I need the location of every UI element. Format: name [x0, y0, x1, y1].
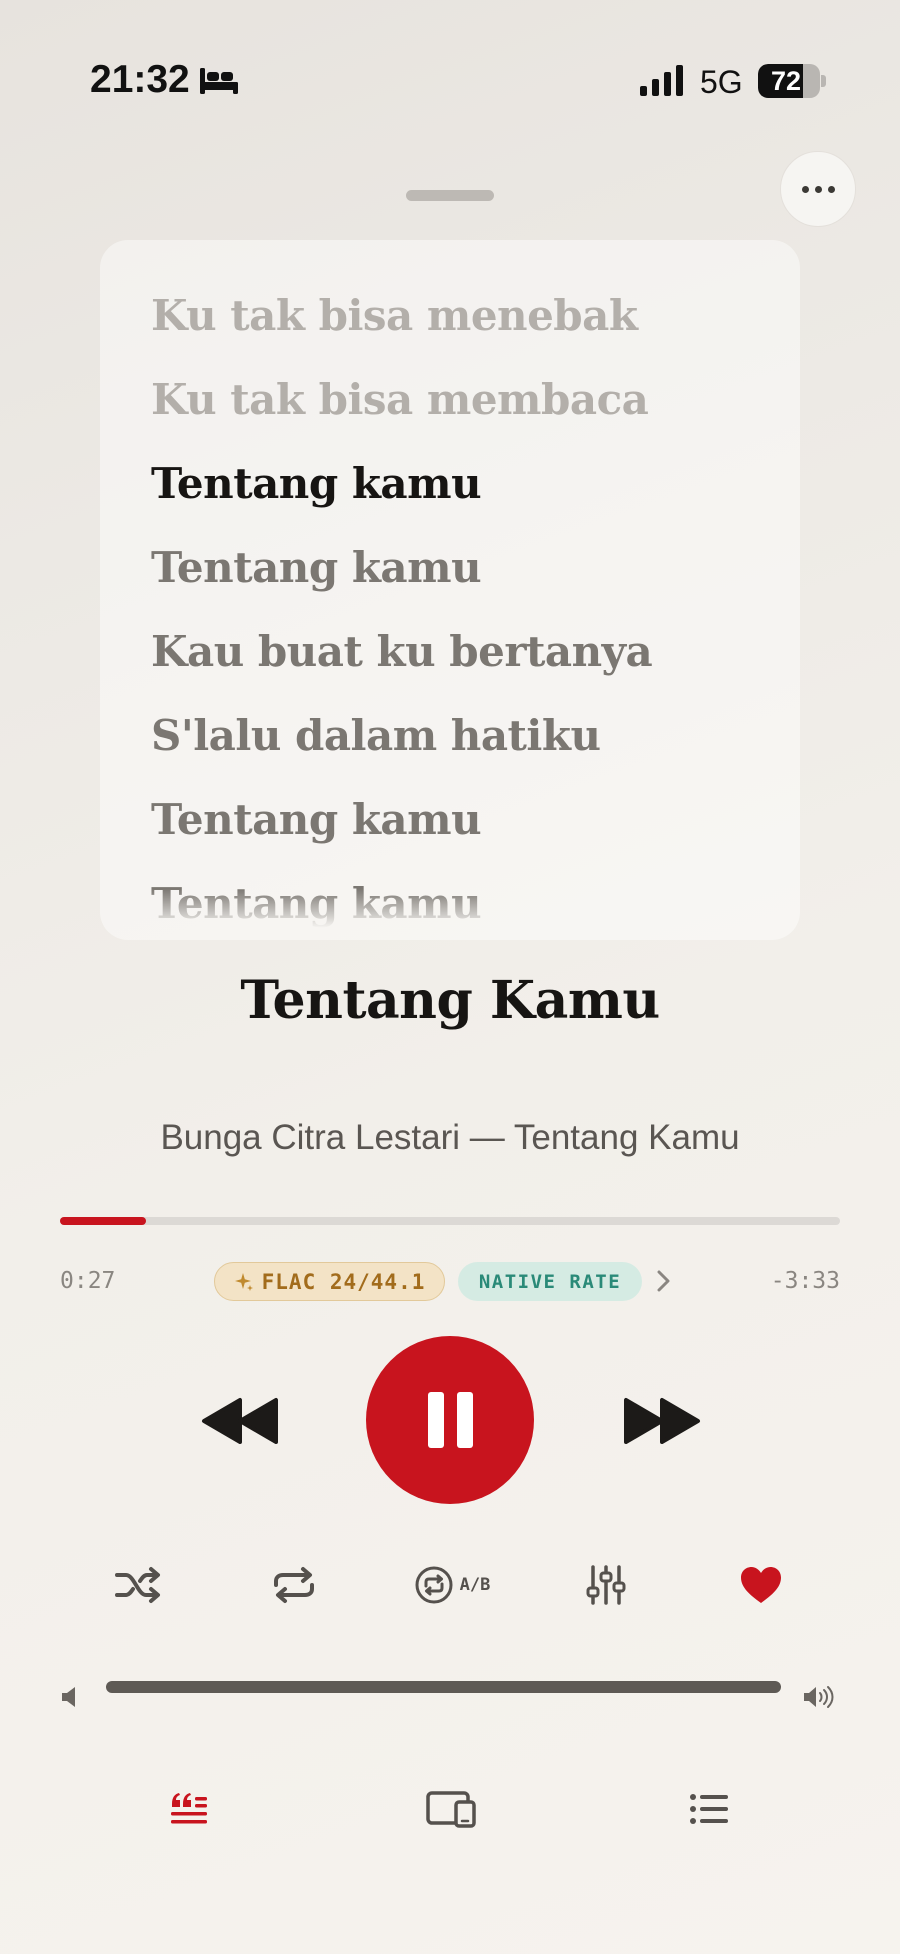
equalizer-button[interactable] [584, 1560, 628, 1610]
devices-icon [426, 1791, 476, 1828]
native-rate-badge[interactable]: NATIVE RATE [458, 1262, 642, 1301]
network-type: 5G [700, 64, 743, 100]
shuffle-button[interactable] [112, 1560, 164, 1610]
battery-icon: 72 [758, 64, 826, 98]
lyric-line[interactable]: Tentang kamu [151, 795, 482, 844]
equalizer-icon [586, 1565, 626, 1605]
lyric-line[interactable]: Tentang kamu [151, 543, 482, 592]
list-icon [690, 1794, 728, 1824]
audio-format-badge[interactable]: FLAC 24/44.1 [214, 1262, 445, 1301]
battery-level: 72 [770, 66, 802, 96]
track-artist-album[interactable]: Bunga Citra Lestari — Tentang Kamu [0, 1118, 900, 1158]
tab-lyrics[interactable] [166, 1784, 212, 1834]
ab-label: A/B [459, 1575, 491, 1595]
sheet-grabber[interactable] [406, 190, 494, 201]
repeat-icon [274, 1567, 314, 1603]
chevron-right-icon[interactable] [654, 1268, 674, 1294]
lyric-line[interactable]: Tentang kamu [151, 879, 482, 928]
progress-scrubber[interactable] [60, 1217, 840, 1225]
lyric-line[interactable]: Ku tak bisa membaca [151, 375, 649, 424]
track-title: Tentang Kamu [240, 970, 660, 1031]
lyrics-quote-icon [171, 1793, 207, 1824]
volume-low-icon [62, 1687, 75, 1707]
tab-devices[interactable] [426, 1784, 478, 1834]
volume-slider[interactable] [106, 1681, 781, 1693]
bed-icon [200, 68, 238, 94]
audio-format-label: FLAC 24/44.1 [261, 1269, 426, 1294]
ab-loop-icon [415, 1566, 453, 1604]
elapsed-time: 0:27 [60, 1268, 116, 1294]
heart-icon [741, 1567, 781, 1603]
remaining-time: -3:33 [770, 1268, 840, 1294]
repeat-button[interactable] [270, 1560, 318, 1610]
shuffle-icon [115, 1567, 160, 1603]
favorite-button[interactable] [736, 1560, 786, 1610]
status-bar: 21:32 5G 72 [0, 0, 900, 160]
rewind-button[interactable] [200, 1396, 280, 1446]
more-options-button[interactable] [780, 151, 856, 227]
pause-button[interactable] [366, 1336, 534, 1504]
sparkle-icon [234, 1272, 253, 1291]
ellipsis-icon [801, 185, 809, 193]
tab-queue[interactable] [688, 1784, 730, 1834]
lyric-line[interactable]: S'lalu dalam hatiku [151, 711, 601, 760]
status-time: 21:32 [90, 58, 190, 101]
progress-fill [60, 1217, 146, 1225]
ab-repeat-button[interactable]: A/B [406, 1560, 498, 1610]
signal-icon [640, 65, 683, 96]
lyric-line[interactable]: Kau buat ku bertanya [151, 627, 653, 676]
pause-icon [427, 1392, 444, 1448]
fast-forward-button[interactable] [622, 1396, 702, 1446]
volume-high-icon [804, 1686, 834, 1708]
lyric-line[interactable]: Ku tak bisa menebak [151, 291, 638, 340]
lyrics-panel[interactable]: Ku tak bisa menebak Ku tak bisa membaca … [100, 240, 800, 940]
lyric-line-current[interactable]: Tentang kamu [151, 459, 482, 508]
